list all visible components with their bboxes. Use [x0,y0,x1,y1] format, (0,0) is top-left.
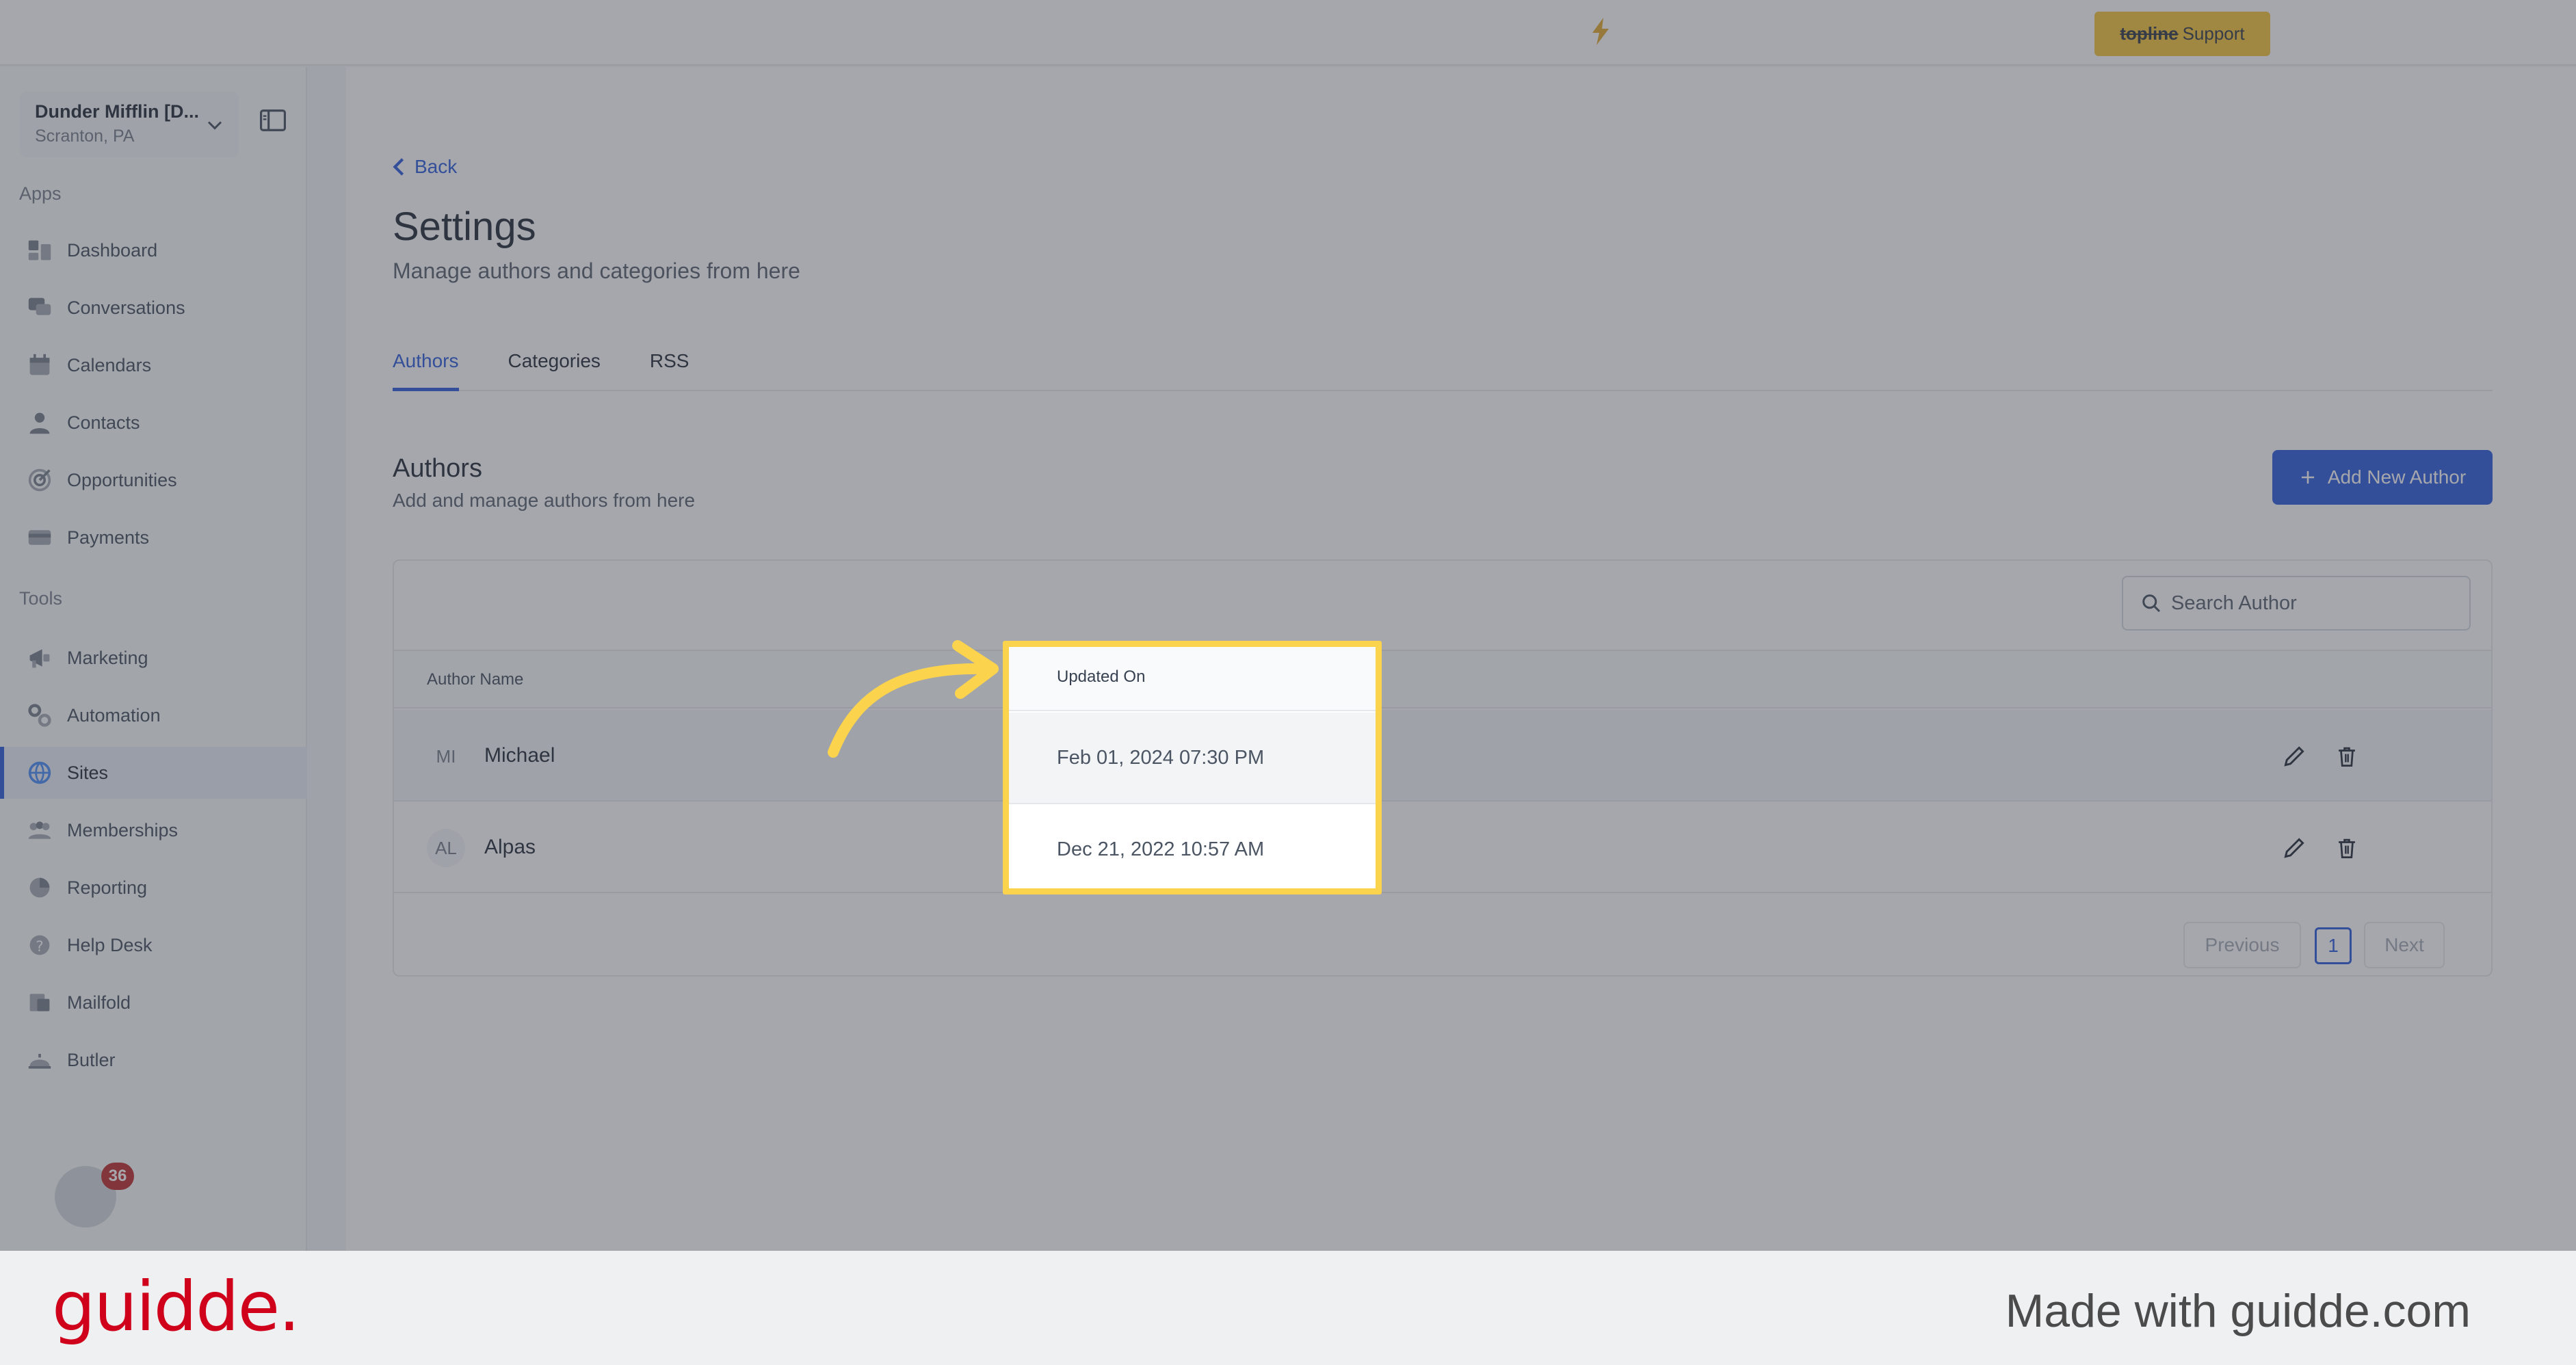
highlight-cell: Feb 01, 2024 07:30 PM [1009,713,1376,804]
highlight-cell: Dec 21, 2022 10:57 AM [1009,804,1376,888]
highlight-column-header: Updated On [1009,647,1376,711]
guidde-logo: guidde. [52,1267,300,1347]
highlight-column-label: Updated On [1057,667,1146,686]
highlight-updated-on: Dec 21, 2022 10:57 AM [1057,838,1265,860]
made-with-text: Made with guidde.com [2005,1285,2471,1337]
highlight-updated-on: Feb 01, 2024 07:30 PM [1057,747,1265,769]
app-window: topline Support Dunder Mifflin [D... Scr… [0,0,2576,1251]
pointer-arrow-icon [828,640,999,758]
highlight-frame: Updated On Feb 01, 2024 07:30 PM Dec 21,… [1003,641,1382,894]
dim-overlay [0,0,2576,1251]
